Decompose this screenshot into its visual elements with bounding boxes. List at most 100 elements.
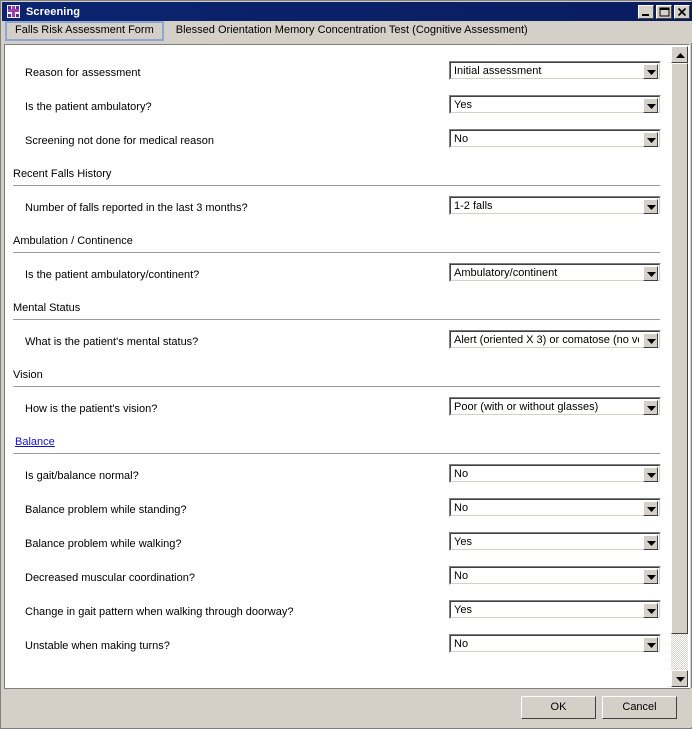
chevron-down-icon[interactable] (643, 569, 658, 584)
form-row-unstable-making-turns: Unstable when making turns? No (6, 631, 668, 665)
close-button[interactable] (674, 4, 690, 19)
dialog-button-bar: OK Cancel (2, 688, 692, 727)
form-viewport: Reason for assessment Initial assessment… (6, 46, 668, 687)
ok-button[interactable]: OK (521, 696, 596, 719)
chevron-down-icon[interactable] (643, 333, 658, 348)
combo-is-patient-ambulatory[interactable]: Yes (449, 95, 661, 114)
section-divider (13, 319, 660, 320)
form-row-is-patient-ambulatory: Is the patient ambulatory? Yes (6, 92, 668, 126)
app-icon (6, 4, 21, 19)
scroll-up-button[interactable] (671, 46, 688, 63)
chevron-down-icon[interactable] (643, 467, 658, 482)
section-divider (13, 453, 660, 454)
combo-value-change-gait-pattern-doorway: Yes (454, 604, 472, 616)
label-patient-mental-status: What is the patient's mental status? (25, 336, 199, 348)
chevron-down-icon[interactable] (643, 637, 658, 652)
section-vision: Vision (6, 367, 668, 394)
form-row-number-of-falls-last-3-months: Number of falls reported in the last 3 m… (6, 193, 668, 227)
combo-screening-not-done-medical-reason[interactable]: No (449, 129, 661, 148)
section-divider (13, 386, 660, 387)
combo-value-reason-for-assessment: Initial assessment (454, 65, 542, 77)
section-title-mental-status: Mental Status (13, 302, 81, 314)
window-titlebar: Screening (2, 2, 692, 21)
combo-value-unstable-making-turns: No (454, 638, 469, 650)
combo-is-gait-balance-normal[interactable]: No (449, 464, 661, 483)
label-patient-vision: How is the patient's vision? (25, 403, 158, 415)
label-is-patient-ambulatory-continent: Is the patient ambulatory/continent? (25, 269, 200, 281)
combo-value-screening-not-done-medical-reason: No (454, 133, 469, 145)
scrollbar-thumb[interactable] (671, 63, 688, 634)
label-unstable-making-turns: Unstable when making turns? (25, 640, 170, 652)
screening-window: Screening Falls Risk Assessment Form Ble… (0, 0, 692, 729)
tab-falls-risk-assessment-form[interactable]: Falls Risk Assessment Form (5, 21, 164, 41)
combo-balance-problem-walking[interactable]: Yes (449, 532, 661, 551)
button-bar-divider (4, 688, 690, 689)
chevron-down-icon[interactable] (643, 535, 658, 550)
cancel-button[interactable]: Cancel (602, 696, 677, 719)
combo-unstable-making-turns[interactable]: No (449, 634, 661, 653)
minimize-icon (642, 13, 649, 16)
section-divider (13, 252, 660, 253)
combo-value-balance-problem-walking: Yes (454, 536, 472, 548)
chevron-down-icon[interactable] (643, 64, 658, 79)
combo-value-number-of-falls-last-3-months: 1-2 falls (454, 200, 493, 212)
tab-strip: Falls Risk Assessment Form Blessed Orien… (2, 21, 692, 43)
scroll-down-button[interactable] (671, 670, 688, 687)
triangle-up-icon (676, 53, 685, 58)
minimize-button[interactable] (638, 4, 654, 19)
form-row-balance-problem-standing: Balance problem while standing? No (6, 495, 668, 529)
combo-value-decreased-muscular-coordination: No (454, 570, 469, 582)
maximize-icon (659, 7, 670, 16)
label-is-patient-ambulatory: Is the patient ambulatory? (25, 101, 152, 113)
combo-value-balance-problem-standing: No (454, 502, 469, 514)
form-row-change-gait-pattern-doorway: Change in gait pattern when walking thro… (6, 597, 668, 631)
label-decreased-muscular-coordination: Decreased muscular coordination? (25, 572, 195, 584)
form-row-screening-not-done-medical-reason: Screening not done for medical reason No (6, 126, 668, 160)
form-client-area: Reason for assessment Initial assessment… (4, 44, 690, 689)
vertical-scrollbar[interactable] (671, 46, 688, 687)
section-title-recent-falls-history: Recent Falls History (13, 168, 112, 180)
close-icon (677, 7, 687, 16)
chevron-down-icon[interactable] (643, 400, 658, 415)
section-mental-status: Mental Status (6, 300, 668, 327)
form-row-reason-for-assessment: Reason for assessment Initial assessment (6, 58, 668, 92)
combo-change-gait-pattern-doorway[interactable]: Yes (449, 600, 661, 619)
form-row-is-gait-balance-normal: Is gait/balance normal? No (6, 461, 668, 495)
form-content: Reason for assessment Initial assessment… (6, 46, 668, 665)
combo-value-patient-vision: Poor (with or without glasses) (454, 401, 599, 413)
form-row-balance-problem-walking: Balance problem while walking? Yes (6, 529, 668, 563)
section-balance: Balance (6, 434, 668, 461)
form-row-patient-mental-status: What is the patient's mental status? Ale… (6, 327, 668, 361)
chevron-down-icon[interactable] (643, 132, 658, 147)
section-ambulation-continence: Ambulation / Continence (6, 233, 668, 260)
combo-balance-problem-standing[interactable]: No (449, 498, 661, 517)
combo-value-is-patient-ambulatory-continent: Ambulatory/continent (454, 267, 558, 279)
combo-value-is-patient-ambulatory: Yes (454, 99, 472, 111)
label-balance-problem-walking: Balance problem while walking? (25, 538, 182, 550)
triangle-down-icon (676, 677, 685, 682)
chevron-down-icon[interactable] (643, 98, 658, 113)
combo-number-of-falls-last-3-months[interactable]: 1-2 falls (449, 196, 661, 215)
label-screening-not-done-medical-reason: Screening not done for medical reason (25, 135, 214, 147)
tab-blessed-orientation-memory-concentration-test[interactable]: Blessed Orientation Memory Concentration… (166, 21, 538, 41)
combo-decreased-muscular-coordination[interactable]: No (449, 566, 661, 585)
combo-is-patient-ambulatory-continent[interactable]: Ambulatory/continent (449, 263, 661, 282)
label-change-gait-pattern-doorway: Change in gait pattern when walking thro… (25, 606, 294, 618)
chevron-down-icon[interactable] (643, 199, 658, 214)
combo-value-patient-mental-status: Alert (oriented X 3) or comatose (no vol… (454, 334, 639, 346)
combo-reason-for-assessment[interactable]: Initial assessment (449, 61, 661, 80)
chevron-down-icon[interactable] (643, 501, 658, 516)
label-reason-for-assessment: Reason for assessment (25, 67, 141, 79)
form-row-decreased-muscular-coordination: Decreased muscular coordination? No (6, 563, 668, 597)
section-recent-falls-history: Recent Falls History (6, 166, 668, 193)
label-balance-problem-standing: Balance problem while standing? (25, 504, 187, 516)
window-title: Screening (26, 5, 81, 18)
section-title-balance-link[interactable]: Balance (15, 436, 55, 448)
maximize-button[interactable] (656, 4, 672, 19)
label-is-gait-balance-normal: Is gait/balance normal? (25, 470, 139, 482)
chevron-down-icon[interactable] (643, 603, 658, 618)
label-number-of-falls-last-3-months: Number of falls reported in the last 3 m… (25, 202, 248, 214)
combo-patient-vision[interactable]: Poor (with or without glasses) (449, 397, 661, 416)
combo-patient-mental-status[interactable]: Alert (oriented X 3) or comatose (no vol… (449, 330, 661, 349)
chevron-down-icon[interactable] (643, 266, 658, 281)
